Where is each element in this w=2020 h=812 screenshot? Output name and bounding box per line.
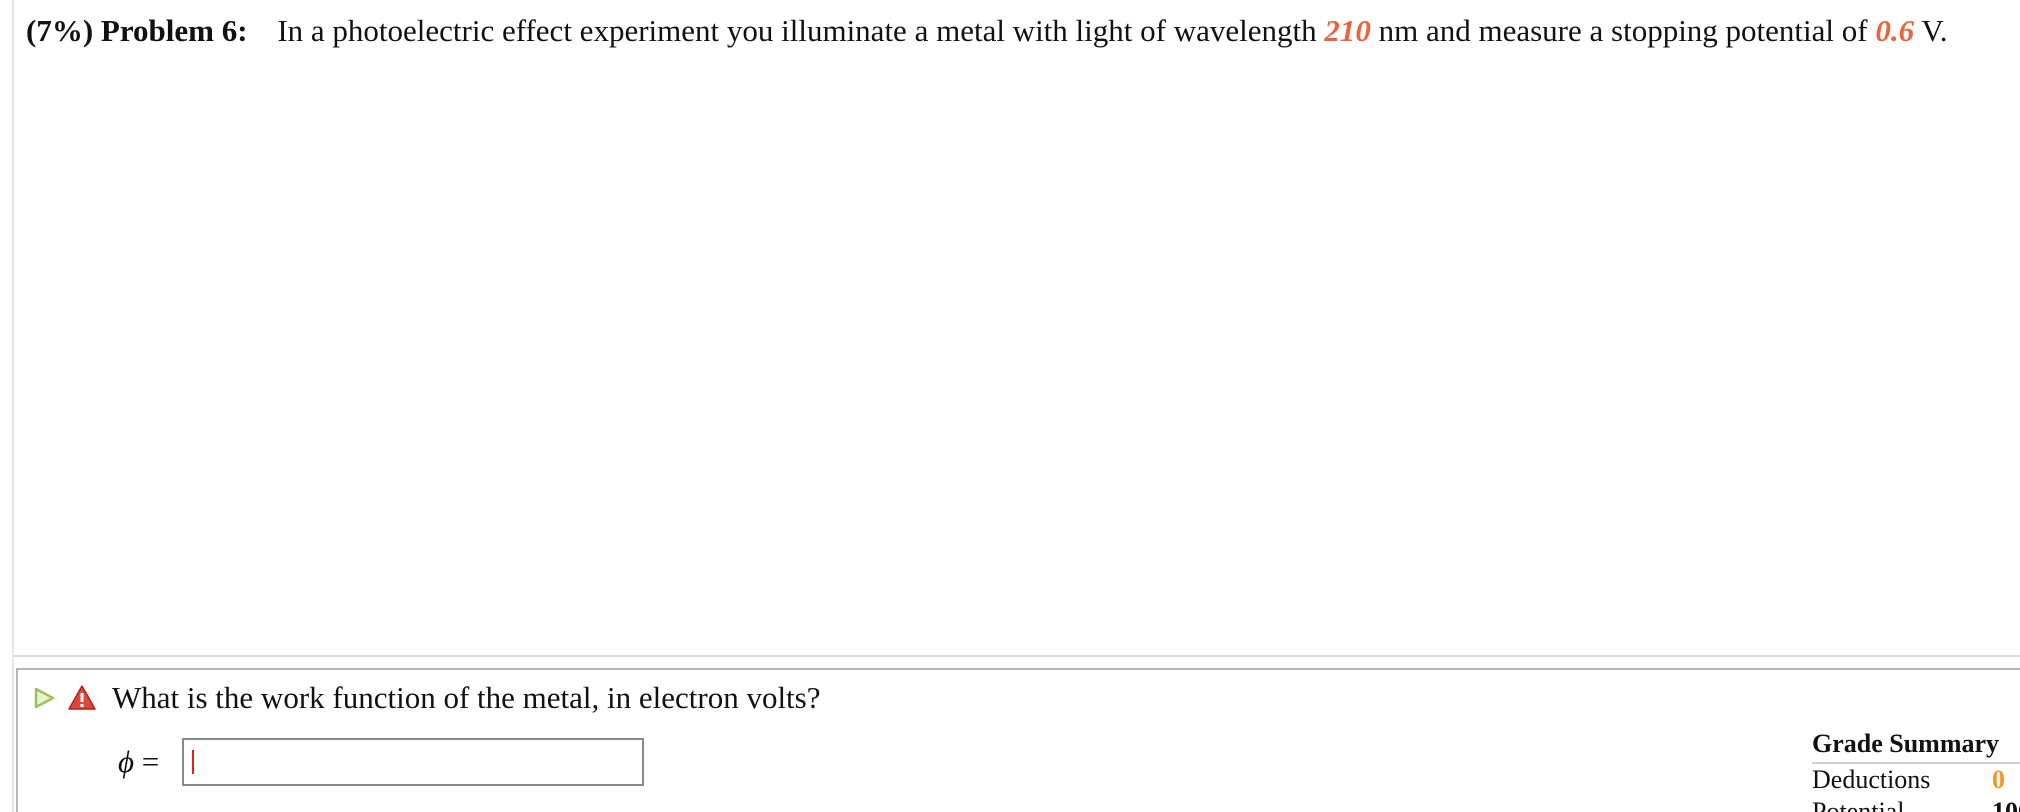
grade-summary: Grade Summary Deductions 0 Potential 100 bbox=[1812, 728, 2020, 812]
problem-weight: (7%) bbox=[26, 13, 94, 48]
answer-symbol: ϕ bbox=[118, 744, 135, 779]
problem-text-middle: nm and measure a stopping potential of bbox=[1378, 13, 1868, 48]
grade-row-label: Deductions bbox=[1812, 765, 1931, 794]
grade-row-label: Potential bbox=[1812, 797, 1905, 812]
problem-text-after: V. bbox=[1921, 13, 1948, 48]
grade-row-deductions: Deductions 0 bbox=[1812, 764, 2020, 796]
problem-statement: (7%) Problem 6: In a photoelectric effec… bbox=[26, 10, 1947, 52]
grade-row-value: 0 bbox=[1992, 765, 2005, 794]
section-divider bbox=[14, 655, 2020, 657]
grade-summary-title: Grade Summary bbox=[1812, 728, 2020, 764]
left-border bbox=[12, 0, 14, 812]
play-icon[interactable] bbox=[32, 686, 56, 710]
answer-equals: = bbox=[141, 744, 160, 779]
grade-row-value: 100 bbox=[1992, 797, 2020, 812]
problem-label: Problem 6: bbox=[100, 13, 248, 48]
grade-row-potential: Potential 100 bbox=[1812, 796, 2020, 812]
warning-icon bbox=[68, 684, 96, 712]
question-text: What is the work function of the metal, … bbox=[112, 680, 821, 715]
answer-label: ϕ = bbox=[118, 742, 159, 782]
page: (7%) Problem 6: In a photoelectric effec… bbox=[0, 0, 2020, 812]
answer-input[interactable] bbox=[182, 738, 644, 786]
problem-text-before: In a photoelectric effect experiment you… bbox=[277, 13, 1317, 48]
potential-value: 0.6 bbox=[1875, 13, 1915, 48]
question-panel: What is the work function of the metal, … bbox=[16, 668, 2020, 812]
text-caret bbox=[192, 750, 194, 774]
wavelength-value: 210 bbox=[1324, 13, 1371, 48]
